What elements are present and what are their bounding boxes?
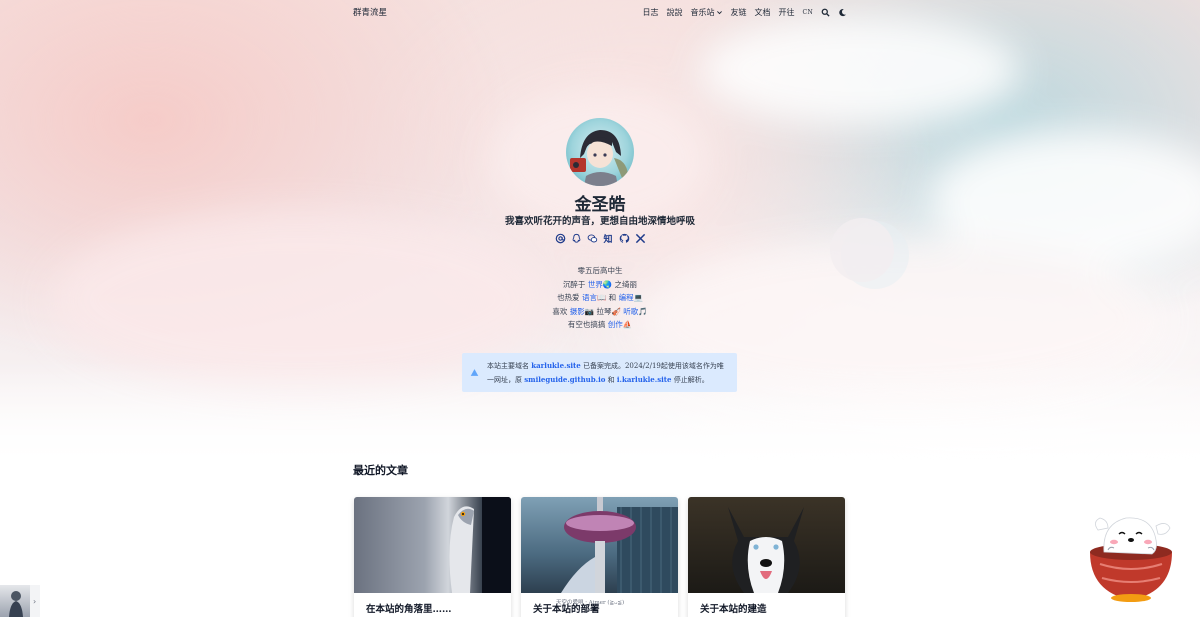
- language-switch[interactable]: CN: [803, 9, 813, 16]
- bio-text: 之绮丽: [612, 279, 638, 289]
- domain-notice: 本站主要域名 karlukle.site 已备案完成。2024/2/19起使用该…: [462, 353, 737, 392]
- domain-old-sub[interactable]: i.karlukle.site: [617, 375, 672, 384]
- email-icon[interactable]: [554, 232, 567, 245]
- search-icon[interactable]: [821, 8, 830, 17]
- nav-item-blog[interactable]: 日志: [643, 7, 659, 18]
- notice-text: 本站主要域名 karlukle.site 已备案完成。2024/2/19起使用该…: [487, 359, 729, 387]
- sailboat-icon: ⛵: [622, 320, 633, 329]
- site-brand[interactable]: 群青流星: [353, 6, 387, 18]
- nav-item-music-label: 音乐站: [690, 7, 715, 17]
- post-card-title[interactable]: 在本站的角落里……: [366, 601, 452, 615]
- programming-link[interactable]: 编程: [619, 293, 634, 302]
- music-link[interactable]: 听歌: [621, 307, 638, 316]
- bio-text: 有空也搞搞: [567, 320, 608, 329]
- camera-icon: 📷: [584, 306, 595, 316]
- post-card-title[interactable]: 关于本站的建造: [700, 601, 767, 615]
- notice-text-part: 和: [605, 375, 617, 384]
- music-note-icon: 🎵: [638, 306, 648, 316]
- bio-line-5: 有空也搞搞 创作⛵: [0, 318, 1200, 332]
- mascot-icon[interactable]: [1086, 512, 1176, 604]
- qq-icon[interactable]: [570, 232, 583, 245]
- bio-text: 和: [606, 293, 619, 302]
- laptop-icon: 💻: [633, 293, 643, 302]
- nav-item-friends[interactable]: 友链: [731, 7, 747, 18]
- chevron-down-icon: [716, 10, 722, 14]
- post-cover-image: [521, 497, 678, 593]
- notice-text-part: 本站主要域名: [487, 361, 532, 370]
- x-icon[interactable]: [634, 232, 647, 245]
- photography-link[interactable]: 摄影: [570, 307, 585, 316]
- nav-item-music[interactable]: 音乐站: [691, 7, 723, 18]
- post-cover-image: [354, 497, 511, 593]
- bio-line-1: 零五后高中生: [577, 266, 623, 275]
- chevron-right-icon[interactable]: ›: [33, 597, 36, 606]
- nav-item-talk[interactable]: 說說: [667, 7, 683, 18]
- profile-bio: 零五后高中生 沉醉于 世界🌏 之绮丽 也热爱 语言📖 和 编程💻 喜欢 摄影📷 …: [0, 264, 1200, 332]
- bio-text: 拉琴: [594, 306, 612, 316]
- nav-menu: 日志 說說 音乐站 友链 文档 开往 CN: [643, 7, 847, 18]
- book-icon: 📖: [596, 293, 607, 302]
- post-card[interactable]: 关于本站的建造: [688, 497, 845, 617]
- violin-icon: 🎻: [611, 306, 621, 316]
- music-player[interactable]: ›: [0, 585, 40, 617]
- dark-mode-icon[interactable]: [838, 8, 847, 17]
- bio-line-4: 喜欢 摄影📷 拉琴🎻 听歌🎵: [0, 305, 1200, 319]
- music-caption: 天空の愛唄 · Aimer (≧ᴗ≦): [556, 600, 625, 606]
- bio-line-2: 沉醉于 世界🌏 之绮丽: [0, 278, 1200, 292]
- domain-old-github[interactable]: smileguide.github.io: [524, 375, 605, 384]
- post-cover-image: [688, 497, 845, 593]
- avatar: [566, 118, 634, 186]
- profile-name: 金圣皓: [574, 195, 626, 215]
- github-icon[interactable]: [618, 232, 631, 245]
- profile-tagline: 我喜欢听花开的声音，更想自由地深情地呼吸: [504, 216, 695, 227]
- warning-icon: [470, 369, 479, 376]
- wechat-icon[interactable]: [586, 232, 599, 245]
- post-card[interactable]: 在本站的角落里……: [354, 497, 511, 617]
- world-link[interactable]: 世界: [588, 280, 603, 289]
- nav-item-docs[interactable]: 文档: [755, 7, 771, 18]
- bio-line-3: 也热爱 语言📖 和 编程💻: [0, 291, 1200, 305]
- creation-link[interactable]: 创作: [608, 320, 623, 329]
- notice-text-part: 停止解析。: [671, 375, 709, 384]
- zhihu-icon[interactable]: 知: [602, 232, 615, 245]
- bio-text: 喜欢: [552, 306, 570, 316]
- nav-item-travel[interactable]: 开往: [779, 7, 795, 18]
- globe-icon: 🌏: [602, 279, 613, 289]
- bio-text: 沉醉于: [562, 279, 588, 289]
- bio-text: 也热爱: [557, 293, 582, 302]
- domain-primary[interactable]: karlukle.site: [531, 361, 581, 370]
- top-nav: 群青流星 日志 說說 音乐站 友链 文档 开往 CN: [353, 0, 847, 24]
- album-cover[interactable]: [0, 585, 30, 617]
- language-link[interactable]: 语言: [582, 293, 597, 302]
- social-links: 知: [0, 232, 1200, 245]
- recent-posts-title: 最近的文章: [353, 464, 408, 477]
